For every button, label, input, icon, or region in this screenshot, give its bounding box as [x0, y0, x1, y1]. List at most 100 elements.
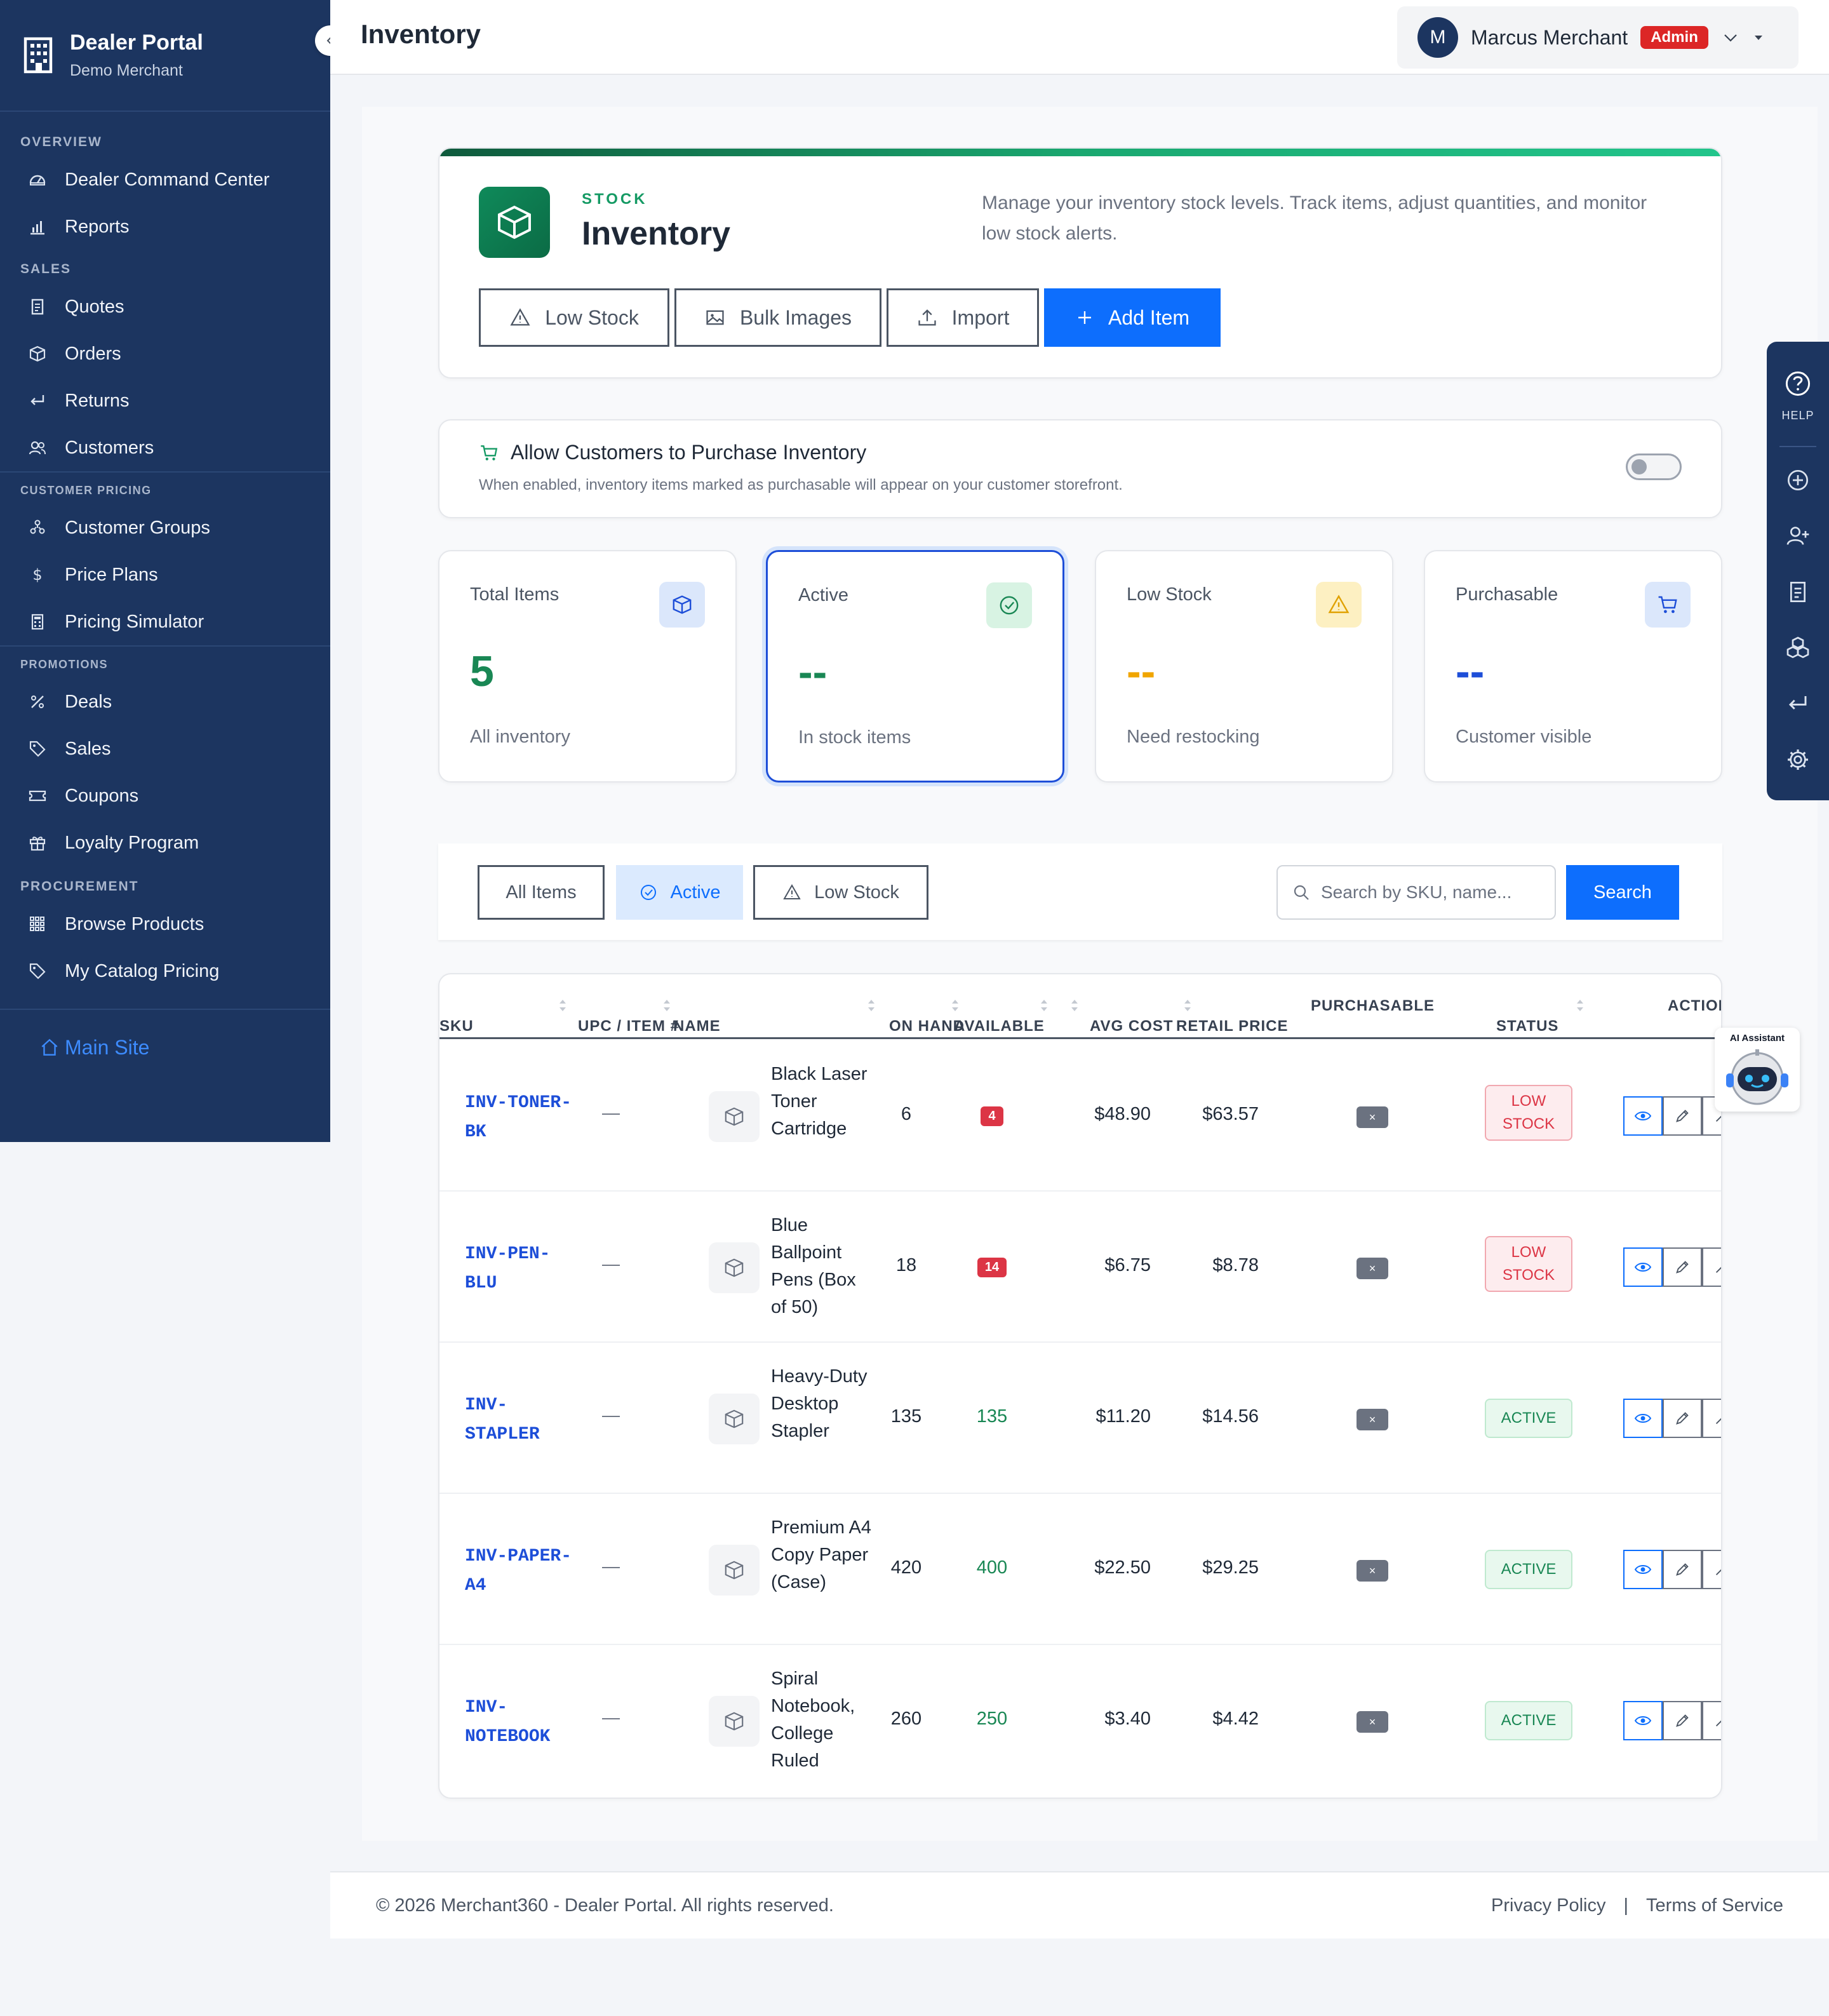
- tag-icon: [27, 738, 48, 760]
- view-button[interactable]: [1623, 1701, 1663, 1740]
- filter-all-items[interactable]: All Items: [478, 865, 605, 920]
- nav-item-reports[interactable]: Reports: [0, 203, 330, 250]
- svg-text:$: $: [32, 566, 42, 584]
- view-button[interactable]: [1623, 1247, 1663, 1287]
- edit-button[interactable]: [1663, 1399, 1702, 1438]
- col-status[interactable]: STATUS: [1496, 1018, 1558, 1035]
- section-title: Inventory: [582, 215, 731, 252]
- col-avg-cost[interactable]: AVG COST: [1090, 1018, 1174, 1035]
- col-sku[interactable]: SKU: [439, 1018, 474, 1035]
- row-name: Spiral Notebook, College Ruled: [771, 1669, 855, 1771]
- row-on-hand: 420: [890, 1557, 922, 1578]
- button-label: Add Item: [1108, 306, 1190, 329]
- sort-icon[interactable]: [950, 997, 960, 1014]
- stat-value: --: [1127, 647, 1156, 696]
- col-name[interactable]: NAME: [673, 1018, 721, 1035]
- user-menu[interactable]: M Marcus Merchant Admin: [1397, 6, 1799, 69]
- stat-card-low-stock[interactable]: Low Stock -- Need restocking: [1095, 550, 1393, 783]
- adjust-button[interactable]: [1702, 1550, 1721, 1589]
- nav-item-dealer-command-center[interactable]: Dealer Command Center: [0, 156, 330, 203]
- sort-icon[interactable]: [662, 997, 672, 1014]
- nav-item-price-plans[interactable]: $ Price Plans: [0, 551, 330, 598]
- nav-item-orders[interactable]: Orders: [0, 330, 330, 377]
- col-upc[interactable]: UPC / ITEM #: [578, 1018, 680, 1035]
- filter-low-stock[interactable]: Low Stock: [753, 865, 928, 920]
- document-icon: [27, 296, 48, 318]
- sort-icon[interactable]: [1039, 997, 1049, 1014]
- boxes-icon[interactable]: [1767, 635, 1829, 661]
- edit-button[interactable]: [1663, 1701, 1702, 1740]
- sort-icon[interactable]: [1575, 997, 1585, 1014]
- copyright: © 2026 Merchant360 - Dealer Portal. All …: [376, 1895, 834, 1916]
- group-icon: [27, 517, 48, 539]
- adjust-button[interactable]: [1702, 1701, 1721, 1740]
- view-button[interactable]: [1623, 1096, 1663, 1136]
- row-sku[interactable]: INV-NOTEBOOK: [465, 1693, 573, 1752]
- row-sku[interactable]: INV-STAPLER: [465, 1391, 573, 1449]
- adjust-button[interactable]: [1702, 1247, 1721, 1287]
- warning-icon: [1316, 582, 1362, 628]
- section-description: Manage your inventory stock levels. Trac…: [982, 192, 1647, 244]
- main-site-link[interactable]: Main Site: [0, 1009, 330, 1085]
- nav-item-customer-groups[interactable]: Customer Groups: [0, 504, 330, 551]
- filter-active[interactable]: Active: [616, 865, 743, 920]
- add-circle-icon[interactable]: [1767, 467, 1829, 493]
- adjust-button[interactable]: [1702, 1399, 1721, 1438]
- view-button[interactable]: [1623, 1399, 1663, 1438]
- purchase-toggle-switch[interactable]: [1626, 454, 1682, 480]
- nav-item-coupons[interactable]: Coupons: [0, 772, 330, 819]
- nav-label: Returns: [65, 390, 130, 411]
- terms-of-service-link[interactable]: Terms of Service: [1646, 1895, 1783, 1916]
- nav-item-my-catalog-pricing[interactable]: My Catalog Pricing: [0, 948, 330, 995]
- stat-card-active[interactable]: Active -- In stock items: [766, 550, 1064, 783]
- search-input[interactable]: [1321, 882, 1537, 903]
- row-sku[interactable]: INV-TONER-BK: [465, 1089, 573, 1147]
- home-icon: [39, 1037, 60, 1058]
- brand-title: Dealer Portal: [70, 30, 203, 55]
- gauge-icon: [27, 169, 48, 191]
- edit-button[interactable]: [1663, 1247, 1702, 1287]
- nav-item-customers[interactable]: Customers: [0, 424, 330, 471]
- sort-icon[interactable]: [866, 997, 876, 1014]
- nav-item-pricing-simulator[interactable]: Pricing Simulator: [0, 598, 330, 645]
- product-thumbnail: [709, 1394, 760, 1444]
- nav-item-returns[interactable]: Returns: [0, 377, 330, 424]
- return-arrow-icon[interactable]: [1767, 691, 1829, 716]
- nav-item-loyalty-program[interactable]: Loyalty Program: [0, 819, 330, 866]
- ai-assistant-button[interactable]: AI Assistant: [1715, 1028, 1800, 1112]
- nav-item-quotes[interactable]: Quotes: [0, 283, 330, 330]
- search-field[interactable]: [1276, 865, 1556, 920]
- privacy-policy-link[interactable]: Privacy Policy: [1491, 1895, 1606, 1916]
- stat-card-total-items[interactable]: Total Items 5 All inventory: [438, 550, 737, 783]
- footer-links: Privacy Policy | Terms of Service: [1491, 1895, 1783, 1916]
- search-button[interactable]: Search: [1566, 865, 1679, 920]
- edit-button[interactable]: [1663, 1096, 1702, 1136]
- nav-item-browse-products[interactable]: Browse Products: [0, 901, 330, 948]
- gear-icon[interactable]: [1767, 747, 1829, 772]
- bulk-images-button[interactable]: Bulk Images: [674, 288, 881, 347]
- import-button[interactable]: Import: [887, 288, 1039, 347]
- stat-card-purchasable[interactable]: Purchasable -- Customer visible: [1424, 550, 1722, 783]
- col-actions: ACTIONS: [1668, 997, 1721, 1014]
- help-button[interactable]: [1767, 370, 1829, 398]
- nav-label: Reports: [65, 216, 130, 237]
- building-icon: [23, 36, 53, 74]
- col-retail-price[interactable]: RETAIL PRICE: [1176, 1018, 1288, 1035]
- row-sku[interactable]: INV-PEN-BLU: [465, 1240, 573, 1298]
- row-upc: —: [602, 1103, 620, 1122]
- add-item-button[interactable]: Add Item: [1044, 288, 1221, 347]
- row-sku[interactable]: INV-PAPER-A4: [465, 1542, 573, 1601]
- sort-icon[interactable]: [1182, 997, 1193, 1014]
- sort-icon[interactable]: [1069, 997, 1080, 1014]
- nav-label: Sales: [65, 738, 111, 759]
- nav-item-sales[interactable]: Sales: [0, 725, 330, 772]
- add-user-icon[interactable]: [1767, 523, 1829, 549]
- low-stock-button[interactable]: Low Stock: [479, 288, 669, 347]
- sort-icon[interactable]: [558, 997, 568, 1014]
- col-available[interactable]: AVAILABLE: [954, 1018, 1045, 1035]
- edit-button[interactable]: [1663, 1550, 1702, 1589]
- view-button[interactable]: [1623, 1550, 1663, 1589]
- nav-label: Dealer Command Center: [65, 169, 270, 190]
- document-icon[interactable]: [1767, 579, 1829, 605]
- nav-item-deals[interactable]: Deals: [0, 678, 330, 725]
